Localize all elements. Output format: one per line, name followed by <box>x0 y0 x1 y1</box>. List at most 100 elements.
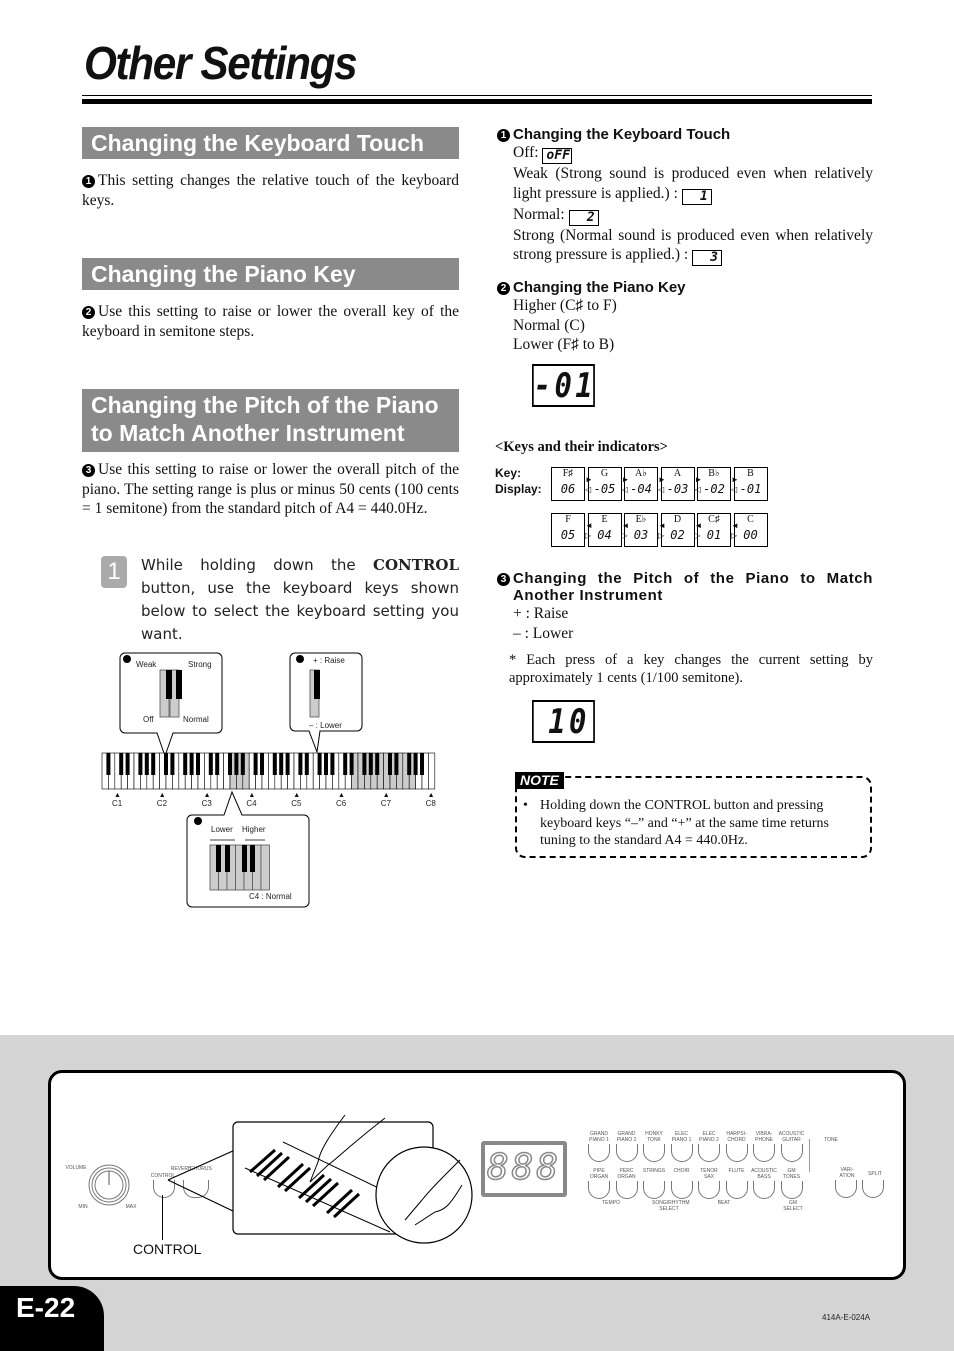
black-key <box>196 753 200 775</box>
lcd-weak: 1 <box>681 188 712 205</box>
key-label: Key: <box>495 466 522 480</box>
volume-min-label: MIN <box>78 1204 88 1210</box>
label-strong: Strong <box>188 660 212 669</box>
octave-label: C7 <box>380 799 392 808</box>
shift-white-key <box>260 844 270 891</box>
hand-pressing-keys-illustration <box>167 1114 473 1244</box>
touch-heading-text: Changing the Keyboard Touch <box>513 126 731 143</box>
tone-button-label: ELEC PIANO 2 <box>699 1131 719 1143</box>
tone-button[interactable] <box>670 1144 693 1162</box>
panel-lcd-display: 888 <box>481 1141 567 1197</box>
pitch-lower: – : Lower <box>513 624 574 642</box>
black-key <box>183 753 188 775</box>
lcd-normal: 2 <box>568 209 599 226</box>
label-key-higher: Higher <box>242 825 266 834</box>
tone-label: TONE <box>824 1137 838 1143</box>
key-shift-keys <box>209 839 270 891</box>
touch-normal-row: Normal: 2 <box>497 205 873 226</box>
tone-button-label: HARPSI-CHORD <box>726 1131 747 1143</box>
black-key <box>189 753 194 775</box>
key-indicator-cell: D 02 <box>660 513 695 547</box>
black-key <box>368 753 373 775</box>
label-normal: Normal <box>183 715 209 724</box>
lcd-off: oFF <box>542 148 573 164</box>
tone-button[interactable] <box>615 1144 638 1162</box>
black-key <box>125 753 130 775</box>
display-label: Display: <box>495 482 542 496</box>
key-indicator-cell: C♯ 01 <box>697 513 731 547</box>
octave-marker-icon: ▲ <box>203 791 211 799</box>
piano-key-heading-text: Changing the Piano Key <box>513 279 686 296</box>
title-rule-thick <box>82 99 872 104</box>
key-indicator-cell: G -05 <box>587 467 622 501</box>
shift-black-key <box>250 845 255 872</box>
label-raise: + : Raise <box>313 656 345 665</box>
indicator-display: 03 <box>633 528 649 542</box>
indicator-key: B <box>747 468 754 479</box>
marker-3-icon <box>296 655 304 663</box>
tone-button-label: PIPE ORGAN <box>589 1168 609 1180</box>
indicator-key: F♯ <box>562 468 574 479</box>
indicator-key: G <box>600 468 609 479</box>
black-key <box>343 753 348 775</box>
label-key-lower: Lower <box>211 825 233 834</box>
bullet-icon: • <box>523 798 528 813</box>
tone-button[interactable] <box>615 1181 638 1199</box>
title-rule-thin <box>82 95 872 96</box>
section-heading-keyboard-touch: Changing the Keyboard Touch <box>82 127 459 159</box>
pitch-description: 3 Use this setting to raise or lower the … <box>82 460 459 519</box>
touch-strong-row: Strong (Normal sound is produced even wh… <box>497 226 873 266</box>
gm-select-label: GM SELECT <box>783 1200 803 1212</box>
tone-button[interactable] <box>780 1144 803 1162</box>
octave-marker-icon: ▲ <box>382 791 390 799</box>
tone-button[interactable] <box>725 1144 748 1162</box>
indicator-display: -05 <box>593 482 616 496</box>
black-key <box>420 753 424 775</box>
black-key <box>106 753 111 775</box>
song-select-label: SONG/RHYTHM SELECT <box>652 1200 690 1212</box>
key-indicator-cell: B♭ -02 <box>697 467 731 501</box>
octave-label: C2 <box>156 799 168 808</box>
indicator-key: D <box>673 514 682 525</box>
touch-settings-block: 1 Changing the Keyboard Touch Off: oFF We… <box>497 126 873 266</box>
normal-label: Normal: <box>513 205 565 223</box>
black-key <box>208 753 213 775</box>
octave-marker-icon: ▲ <box>293 791 301 799</box>
octave-marker-icon: ▲ <box>248 791 256 799</box>
indicators-heading: <Keys and their indicators> <box>495 439 668 455</box>
control-button-ref: CONTROL <box>373 556 459 574</box>
lcd-strong: 3 <box>692 250 723 266</box>
tone-button[interactable] <box>780 1181 803 1199</box>
piano-key-lower: Lower (F♯ to B) <box>513 336 615 353</box>
keyboard-touch-text: This setting changes the relative touch … <box>82 172 459 209</box>
indicator-key: C♯ <box>708 514 720 525</box>
label-off: Off <box>143 715 154 724</box>
marker-3-icon: 3 <box>497 573 510 586</box>
indicator-display: 01 <box>706 528 722 542</box>
step-text-2: button, use the keyboard keys shown belo… <box>141 579 459 643</box>
label-lower: – : Lower <box>309 721 342 730</box>
black-key <box>388 753 392 775</box>
section-heading-piano-key: Changing the Piano Key <box>82 258 459 290</box>
tone-button[interactable] <box>725 1181 748 1199</box>
lcd-piano-key: -01 <box>532 364 597 407</box>
tone-button[interactable] <box>670 1181 693 1199</box>
indicator-key: F <box>565 514 571 525</box>
marker-1-icon: 1 <box>82 175 95 188</box>
key-indicator-grid: F♯ 06 ► ◁ G -05 ► ◁ A♭ -04 ► ◁ A -03 ► ◁ B♭ -02 ► ◁ B -0… <box>551 467 768 549</box>
octave-marker-icon: ▲ <box>114 791 121 799</box>
tone-button-label: TENOR SAX <box>700 1168 718 1180</box>
black-key <box>151 753 156 775</box>
beat-label: BEAT <box>717 1200 731 1206</box>
split-label: SPLIT <box>868 1171 882 1177</box>
tempo-label: TEMPO <box>602 1200 620 1206</box>
black-key <box>228 753 232 775</box>
black-key <box>170 753 175 775</box>
tone-button-label: GRAND PIANO 2 <box>616 1131 637 1143</box>
keyboard-touch-description: 1 This setting changes the relative touch… <box>82 171 459 210</box>
black-key <box>164 753 168 775</box>
indicator-key: B♭ <box>708 468 720 479</box>
tone-button-label: ELEC PIANO 1 <box>671 1131 692 1143</box>
white-key <box>428 752 436 790</box>
indicator-display: 04 <box>597 528 612 542</box>
